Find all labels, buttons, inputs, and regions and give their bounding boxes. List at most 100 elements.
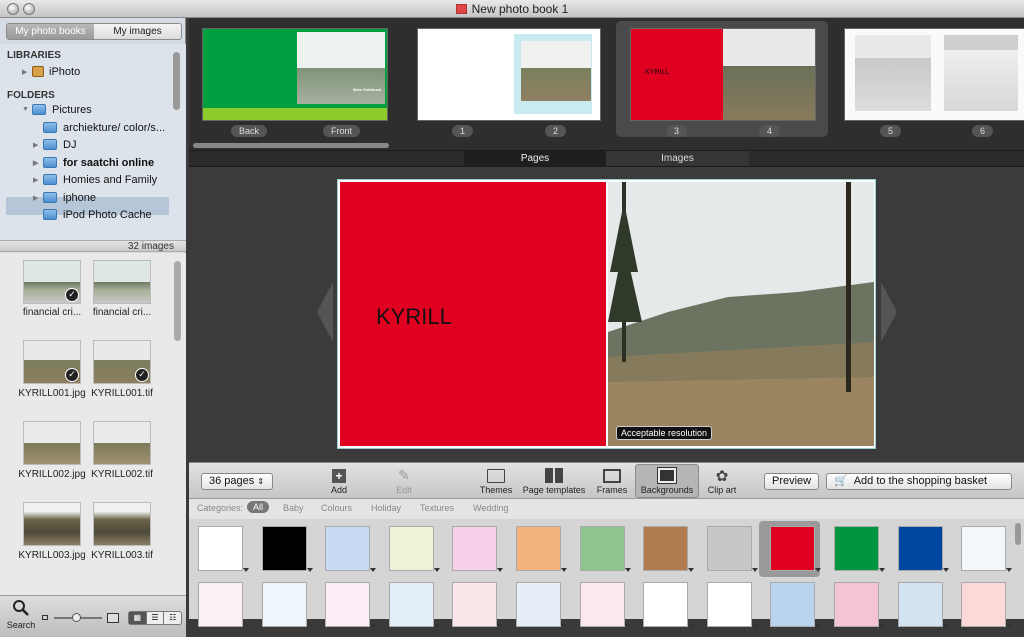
image-thumbnail[interactable]: ✓ — [23, 260, 81, 304]
slider-knob[interactable] — [72, 613, 81, 622]
folder-icon — [43, 139, 57, 150]
search-button[interactable]: Search — [6, 599, 36, 630]
categories-label: Categories: — [197, 503, 244, 513]
frames-button[interactable]: Frames — [583, 467, 641, 495]
left-page-background[interactable]: KYRILL — [340, 182, 606, 446]
preview-button[interactable]: Preview — [764, 473, 819, 490]
tab-images[interactable]: Images — [606, 151, 749, 166]
grid-view-icon[interactable]: ▦ — [129, 612, 146, 624]
background-swatch[interactable] — [516, 582, 567, 628]
disclosure-right-icon[interactable]: ▶ — [33, 176, 43, 184]
image-grid-scrollbar[interactable] — [174, 261, 181, 341]
image-thumbnail[interactable] — [93, 421, 151, 465]
page-templates-button[interactable]: Page templates — [522, 467, 586, 495]
add-to-basket-button[interactable]: 🛒 Add to the shopping basket — [826, 473, 1012, 490]
category-textures[interactable]: Textures — [420, 503, 454, 513]
page-title-text[interactable]: KYRILL — [376, 304, 452, 330]
right-page-photo[interactable]: Acceptable resolution — [608, 182, 874, 446]
background-swatch[interactable] — [579, 526, 631, 572]
background-swatch[interactable] — [325, 582, 377, 628]
background-swatch[interactable] — [261, 526, 313, 572]
background-swatch[interactable] — [834, 582, 885, 628]
folder-icon — [43, 192, 57, 203]
background-swatch[interactable] — [261, 582, 313, 628]
close-window-button[interactable] — [7, 3, 19, 15]
image-thumbnail[interactable] — [23, 502, 81, 546]
minimize-window-button[interactable] — [23, 3, 35, 15]
background-swatch[interactable] — [897, 526, 949, 572]
page-thumb-3-4[interactable]: KYRILL — [630, 28, 816, 121]
background-swatch[interactable] — [643, 526, 695, 572]
background-swatch[interactable] — [706, 526, 758, 572]
background-swatch[interactable] — [834, 526, 885, 572]
disclosure-right-icon[interactable]: ▶ — [33, 159, 43, 167]
folder-icon — [32, 104, 46, 115]
iphoto-icon — [32, 66, 44, 77]
background-swatch[interactable] — [452, 582, 504, 628]
add-button[interactable]: + Add — [310, 467, 368, 495]
background-swatch[interactable] — [325, 526, 377, 572]
pane-divider[interactable]: 32 images — [0, 240, 186, 252]
background-swatch[interactable] — [643, 582, 695, 628]
page-label: 4 — [759, 125, 781, 137]
disclosure-right-icon[interactable]: ▶ — [22, 68, 32, 76]
disclosure-down-icon[interactable]: ▼ — [22, 106, 32, 113]
disclosure-right-icon[interactable]: ▶ — [33, 194, 43, 202]
background-swatch[interactable] — [897, 582, 949, 628]
background-swatch[interactable] — [388, 582, 440, 628]
page-thumb-cover[interactable]: Mein Fotobuch — [202, 28, 388, 121]
image-name: KYRILL003.tif — [91, 550, 153, 561]
background-swatch[interactable] — [452, 526, 504, 572]
image-thumbnail[interactable]: ✓ — [23, 340, 81, 384]
swatch-scrollbar[interactable] — [1015, 523, 1021, 545]
tab-my-photo-books[interactable]: My photo books — [7, 24, 94, 39]
background-swatch[interactable] — [961, 526, 1013, 572]
image-thumbnail[interactable] — [93, 502, 151, 546]
background-swatch[interactable] — [579, 582, 631, 628]
background-swatch[interactable] — [198, 526, 249, 572]
themes-button[interactable]: Themes — [467, 467, 525, 495]
source-scrollbar[interactable] — [173, 52, 180, 110]
background-swatch[interactable] — [388, 526, 440, 572]
background-swatch[interactable] — [770, 582, 822, 628]
background-swatch[interactable] — [198, 582, 249, 628]
clip-art-button[interactable]: ✿ Clip art — [693, 467, 751, 496]
shopping-cart-icon: 🛒 — [834, 475, 848, 487]
image-thumbnail[interactable]: ✓ — [93, 340, 151, 384]
category-wedding[interactable]: Wedding — [473, 503, 508, 513]
tab-pages[interactable]: Pages — [464, 151, 606, 166]
resolution-badge: Acceptable resolution — [616, 426, 713, 440]
detail-view-icon[interactable]: ☷ — [163, 612, 181, 624]
backgrounds-button[interactable]: Backgrounds — [638, 467, 696, 495]
disclosure-right-icon[interactable]: ▶ — [33, 141, 43, 149]
category-colours[interactable]: Colours — [321, 503, 352, 513]
category-all[interactable]: All — [247, 501, 270, 513]
folder-item[interactable]: iPod Photo Cache — [33, 206, 152, 223]
background-swatch[interactable] — [706, 582, 758, 628]
folder-item[interactable]: archiekture/ color/s... — [33, 119, 165, 136]
page-thumb-1-2[interactable] — [417, 28, 601, 121]
category-holiday[interactable]: Holiday — [371, 503, 401, 513]
next-page-arrow-icon[interactable] — [881, 282, 897, 342]
tab-my-images[interactable]: My images — [94, 24, 181, 39]
folder-item[interactable]: ▶ iphone — [33, 189, 96, 206]
folder-item[interactable]: ▶ Homies and Family — [33, 171, 157, 188]
source-item-iphoto[interactable]: ▶ iPhoto — [22, 63, 80, 80]
background-swatch[interactable] — [516, 526, 567, 572]
previous-page-arrow-icon[interactable] — [317, 282, 333, 342]
category-baby[interactable]: Baby — [283, 503, 304, 513]
background-swatch[interactable] — [961, 582, 1013, 628]
background-swatch[interactable] — [770, 526, 822, 572]
pages-count-select[interactable]: 36 pages ⇕ — [201, 473, 273, 490]
edit-button[interactable]: ✎ Edit — [375, 467, 433, 495]
image-thumbnail[interactable] — [23, 421, 81, 465]
image-thumbnail[interactable] — [93, 260, 151, 304]
folder-item[interactable]: ▶ DJ — [33, 136, 76, 153]
folder-item-pictures[interactable]: ▼ Pictures — [22, 101, 92, 118]
page-strip-scrollbar[interactable] — [193, 143, 389, 148]
list-view-icon[interactable]: ☰ — [145, 612, 164, 624]
page-editor-canvas: KYRILL Acceptable resolution — [189, 167, 1024, 462]
page-thumb-5-6[interactable] — [844, 28, 1024, 121]
folder-item-selected[interactable]: ▶ for saatchi online — [33, 154, 154, 171]
page-label: 2 — [545, 125, 567, 137]
